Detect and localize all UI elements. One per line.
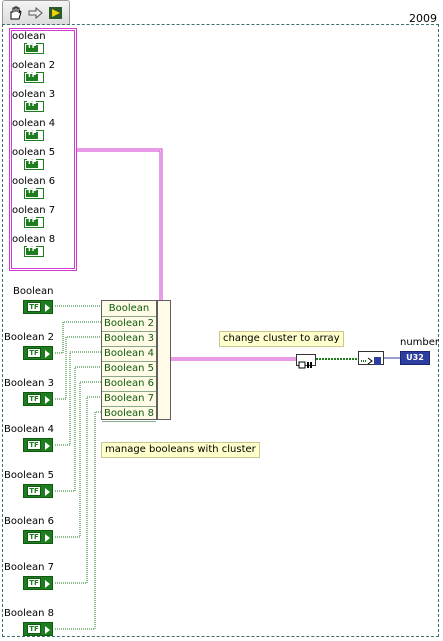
bundle-element[interactable]: Boolean 3 [102, 331, 156, 347]
wire-boolean-3 [55, 336, 101, 400]
comment-cluster-to-array: change cluster to array [219, 331, 344, 347]
wire-boolean-6 [55, 381, 101, 538]
cluster-boolean-terminal[interactable]: TF [24, 71, 44, 83]
output-arrow-icon [45, 350, 50, 358]
wire-boolean-7 [55, 396, 101, 584]
cluster-boolean-terminal[interactable]: TF [24, 187, 44, 199]
arrow-icon [37, 74, 42, 81]
cluster-boolean-terminal[interactable]: TF [24, 245, 44, 257]
terminal-text: TF [27, 486, 41, 496]
terminal-text: TF [27, 578, 41, 588]
arrow-icon [37, 219, 42, 226]
control-label: Boolean 4 [4, 424, 55, 435]
boolean-control-terminal[interactable]: TF [23, 576, 53, 590]
terminal-text: TF [27, 42, 37, 50]
output-arrow-icon [45, 304, 50, 312]
terminal-text: TF [27, 71, 37, 79]
boolean-control-terminal[interactable]: TF [23, 346, 53, 360]
arrow-icon [37, 190, 42, 197]
bundle-element[interactable]: Boolean 5 [102, 361, 156, 377]
cluster-boolean-terminal[interactable]: TF [24, 216, 44, 228]
terminal-text: TF [27, 216, 37, 224]
terminal-text: TF [27, 129, 37, 137]
arrow-icon [37, 132, 42, 139]
cluster-boolean-terminal[interactable]: TF [24, 129, 44, 141]
boolean-control-terminal[interactable]: TF [23, 392, 53, 406]
terminal-text: TF [27, 624, 41, 634]
terminal-text: TF [27, 348, 41, 358]
bundle-output-bar [157, 300, 171, 420]
cluster-wire-top [77, 148, 163, 300]
boolean-control-terminal[interactable]: TF [23, 300, 53, 314]
cluster-boolean-terminal[interactable]: TF [24, 42, 44, 54]
output-arrow-icon [45, 626, 50, 634]
bundle-by-name-node[interactable]: Boolean Boolean 2 Boolean 3 Boolean 4 Boolea… [101, 300, 157, 422]
wire-boolean-5 [55, 366, 101, 492]
output-arrow-icon [45, 580, 50, 588]
terminal-text: TF [27, 100, 37, 108]
boolean-control-terminal[interactable]: TF [23, 484, 53, 498]
terminal-text: TF [27, 187, 37, 195]
cluster-to-array-node[interactable] [296, 354, 316, 369]
terminal-text: TF [27, 440, 41, 450]
boolean-control-terminal[interactable]: TF [23, 530, 53, 544]
bundle-element[interactable]: Boolean 8 [102, 406, 156, 422]
bundle-element[interactable]: Boolean 2 [102, 316, 156, 332]
control-label: Boolean 3 [4, 378, 55, 389]
terminal-text: TF [27, 158, 37, 166]
output-arrow-icon [45, 442, 50, 450]
control-label: Boolean [13, 286, 54, 297]
arrow-icon [37, 248, 42, 255]
terminal-text: TF [27, 394, 41, 404]
terminal-text: TF [27, 245, 37, 253]
arrow-icon [37, 103, 42, 110]
bundle-element[interactable]: Boolean 7 [102, 391, 156, 407]
arrow-icon [37, 161, 42, 168]
boolean-control-terminal[interactable]: TF [23, 622, 53, 636]
output-arrow-icon [45, 534, 50, 542]
boolean-control-terminal[interactable]: TF [23, 438, 53, 452]
arrow-icon [37, 45, 42, 52]
cluster-boolean-terminal[interactable]: TF [24, 158, 44, 170]
bundle-element[interactable]: Boolean 4 [102, 346, 156, 362]
terminal-text: TF [27, 532, 41, 542]
bundle-element[interactable]: Boolean 6 [102, 376, 156, 392]
comment-manage-booleans: manage booleans with cluster [101, 442, 260, 458]
control-label: Boolean 8 [4, 608, 55, 619]
bundle-element[interactable]: Boolean [102, 301, 156, 317]
indicator-label: number [400, 337, 440, 348]
control-label: Boolean 2 [4, 332, 55, 343]
cluster-boolean-terminal[interactable]: TF [24, 100, 44, 112]
terminal-text: TF [27, 302, 41, 312]
control-label: Boolean 5 [4, 470, 55, 481]
boolean-array-to-number-node[interactable] [358, 351, 384, 365]
control-label: Boolean 7 [4, 562, 55, 573]
control-label: Boolean 6 [4, 516, 55, 527]
number-indicator[interactable]: U32 [400, 351, 430, 365]
output-arrow-icon [45, 488, 50, 496]
output-arrow-icon [45, 396, 50, 404]
